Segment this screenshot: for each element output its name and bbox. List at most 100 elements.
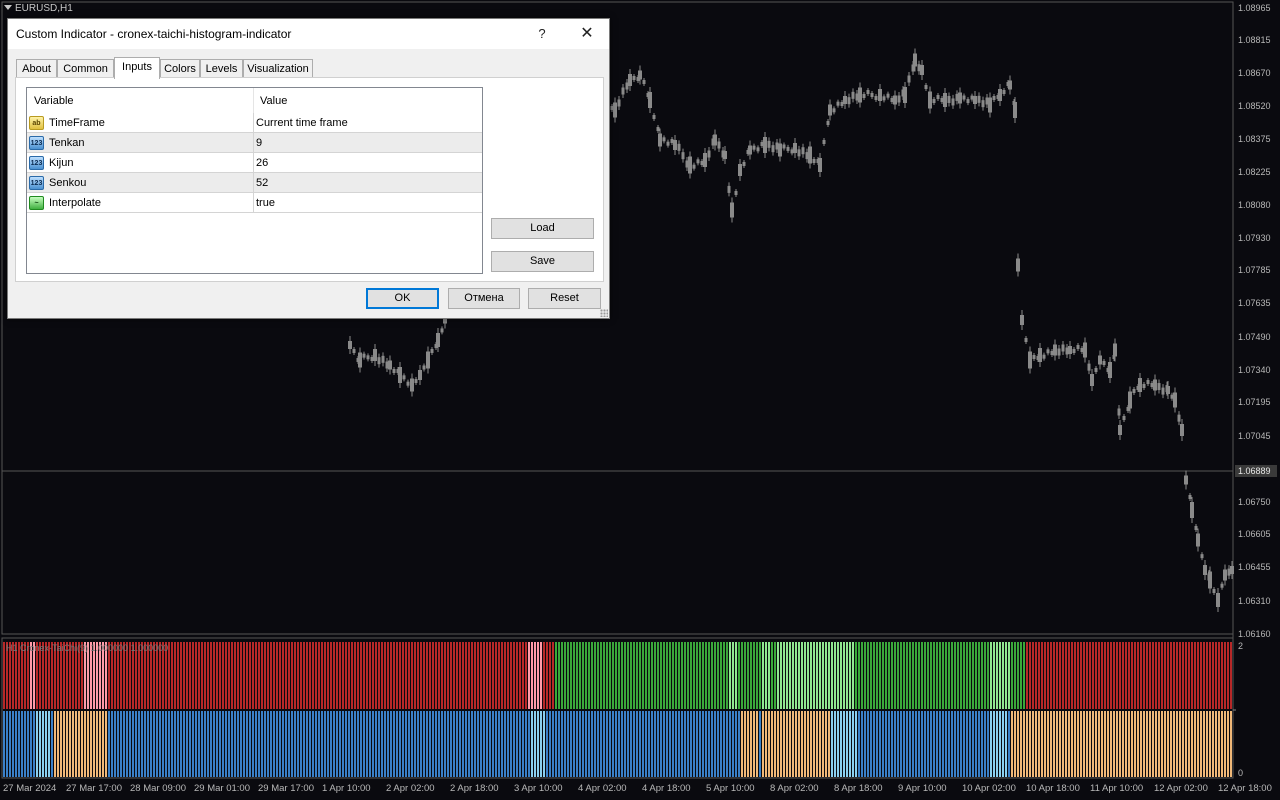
column-divider[interactable] xyxy=(253,88,254,113)
candle-body xyxy=(366,355,370,360)
price-scale-label: 1.07195 xyxy=(1238,397,1271,407)
candle-body xyxy=(1090,374,1094,386)
time-scale-label: 27 Mar 2024 xyxy=(3,783,57,794)
price-scale-label: 1.07340 xyxy=(1238,365,1271,375)
candle-body xyxy=(907,75,911,83)
candle-body xyxy=(985,97,989,105)
candle-body xyxy=(700,161,704,165)
column-header-value[interactable]: Value xyxy=(260,95,287,107)
candle-body xyxy=(1057,348,1061,356)
candle-body xyxy=(1122,416,1126,420)
candle-body xyxy=(418,370,422,380)
candle-body xyxy=(440,328,444,333)
candle-body xyxy=(763,137,767,153)
candle-body xyxy=(670,139,674,143)
candle-body xyxy=(805,152,809,160)
time-scale-label: 10 Apr 18:00 xyxy=(1026,783,1080,794)
candle-body xyxy=(1098,355,1102,365)
candle-body xyxy=(752,145,756,150)
list-item[interactable]: 123 Kijun 26 xyxy=(27,153,482,173)
candle-body xyxy=(352,349,356,353)
dialog-titlebar[interactable]: Custom Indicator - cronex-taichi-histogr… xyxy=(8,19,609,49)
time-scale-label: 12 Apr 18:00 xyxy=(1218,783,1272,794)
cell-divider xyxy=(253,173,254,193)
help-button[interactable]: ? xyxy=(530,22,554,46)
candle-body xyxy=(1216,593,1220,607)
list-item[interactable]: ab TimeFrame Current time frame xyxy=(27,113,482,133)
time-scale-label: 1 Apr 10:00 xyxy=(322,783,371,794)
candle-body xyxy=(742,162,746,166)
tab-levels[interactable]: Levels xyxy=(200,59,243,78)
candle-body xyxy=(392,369,396,373)
time-scale-label: 8 Apr 18:00 xyxy=(834,783,883,794)
candle-body xyxy=(1032,355,1036,359)
candle-body xyxy=(673,140,677,150)
variable-value[interactable]: 9 xyxy=(256,137,262,149)
variable-name: Interpolate xyxy=(49,197,101,209)
candle-body xyxy=(370,357,374,361)
candle-body xyxy=(677,143,681,151)
candle-body xyxy=(1212,589,1216,593)
candle-body xyxy=(1146,380,1150,384)
tab-common[interactable]: Common xyxy=(57,59,114,78)
candle-body xyxy=(851,91,855,99)
candle-body xyxy=(870,93,874,97)
candle-body xyxy=(1072,349,1076,353)
candle-body xyxy=(738,164,742,176)
candle-body xyxy=(955,93,959,101)
candle-body xyxy=(1180,424,1184,436)
candle-body xyxy=(434,344,438,348)
candle-body xyxy=(1196,533,1200,547)
integer-type-icon: 123 xyxy=(29,156,44,170)
sub-scale-top: 2 xyxy=(1238,641,1244,651)
reset-button[interactable]: Reset xyxy=(528,288,601,309)
price-scale-label: 1.08520 xyxy=(1238,101,1271,111)
price-scale-label: 1.07490 xyxy=(1238,332,1271,342)
candle-body xyxy=(940,98,944,102)
variable-value[interactable]: 26 xyxy=(256,157,268,169)
candle-body xyxy=(692,164,696,169)
variable-value[interactable]: 52 xyxy=(256,177,268,189)
current-price-tag: 1.06889 xyxy=(1235,465,1277,477)
custom-indicator-dialog[interactable]: Custom Indicator - cronex-taichi-histogr… xyxy=(7,18,610,319)
candle-body xyxy=(377,357,381,365)
tab-visualization[interactable]: Visualization xyxy=(243,59,313,78)
price-scale-label: 1.08225 xyxy=(1238,167,1271,177)
close-icon[interactable]: ✕ xyxy=(574,22,600,46)
candle-body xyxy=(924,85,928,89)
candle-body xyxy=(632,76,636,80)
time-scale-label: 2 Apr 02:00 xyxy=(386,783,435,794)
variable-value[interactable]: Current time frame xyxy=(256,117,348,129)
candle-body xyxy=(778,143,782,157)
candle-body xyxy=(977,95,981,103)
load-button[interactable]: Load xyxy=(491,218,594,239)
tab-about[interactable]: About xyxy=(16,59,57,78)
price-scale-label: 1.08815 xyxy=(1238,35,1271,45)
candle-body xyxy=(1012,101,1016,105)
time-scale-label: 3 Apr 10:00 xyxy=(514,783,563,794)
candle-body xyxy=(862,94,866,98)
price-scale-label: 1.06160 xyxy=(1238,629,1271,639)
candle-body xyxy=(826,121,830,125)
candle-body xyxy=(658,133,662,147)
list-item[interactable]: 123 Senkou 52 xyxy=(27,173,482,193)
candle-body xyxy=(1157,383,1161,391)
ok-button[interactable]: OK xyxy=(366,288,439,309)
cancel-button[interactable]: Отмена xyxy=(448,288,520,309)
list-header: Variable Value xyxy=(27,88,482,113)
list-item[interactable]: 123 Tenkan 9 xyxy=(27,133,482,153)
list-item[interactable]: ~ Interpolate true xyxy=(27,193,482,213)
candle-body xyxy=(836,101,840,106)
candle-body xyxy=(652,115,656,119)
tab-inputs[interactable]: Inputs xyxy=(114,57,160,79)
resize-grip-icon[interactable] xyxy=(600,309,608,317)
inputs-list[interactable]: Variable Value ab TimeFrame Current time… xyxy=(26,87,483,274)
candle-body xyxy=(882,96,886,101)
variable-name: Senkou xyxy=(49,177,87,189)
candle-body xyxy=(1190,502,1194,518)
candle-body xyxy=(1118,425,1122,435)
column-header-variable[interactable]: Variable xyxy=(34,95,74,107)
variable-value[interactable]: true xyxy=(256,197,275,209)
tab-colors[interactable]: Colors xyxy=(160,59,200,78)
save-button[interactable]: Save xyxy=(491,251,594,272)
